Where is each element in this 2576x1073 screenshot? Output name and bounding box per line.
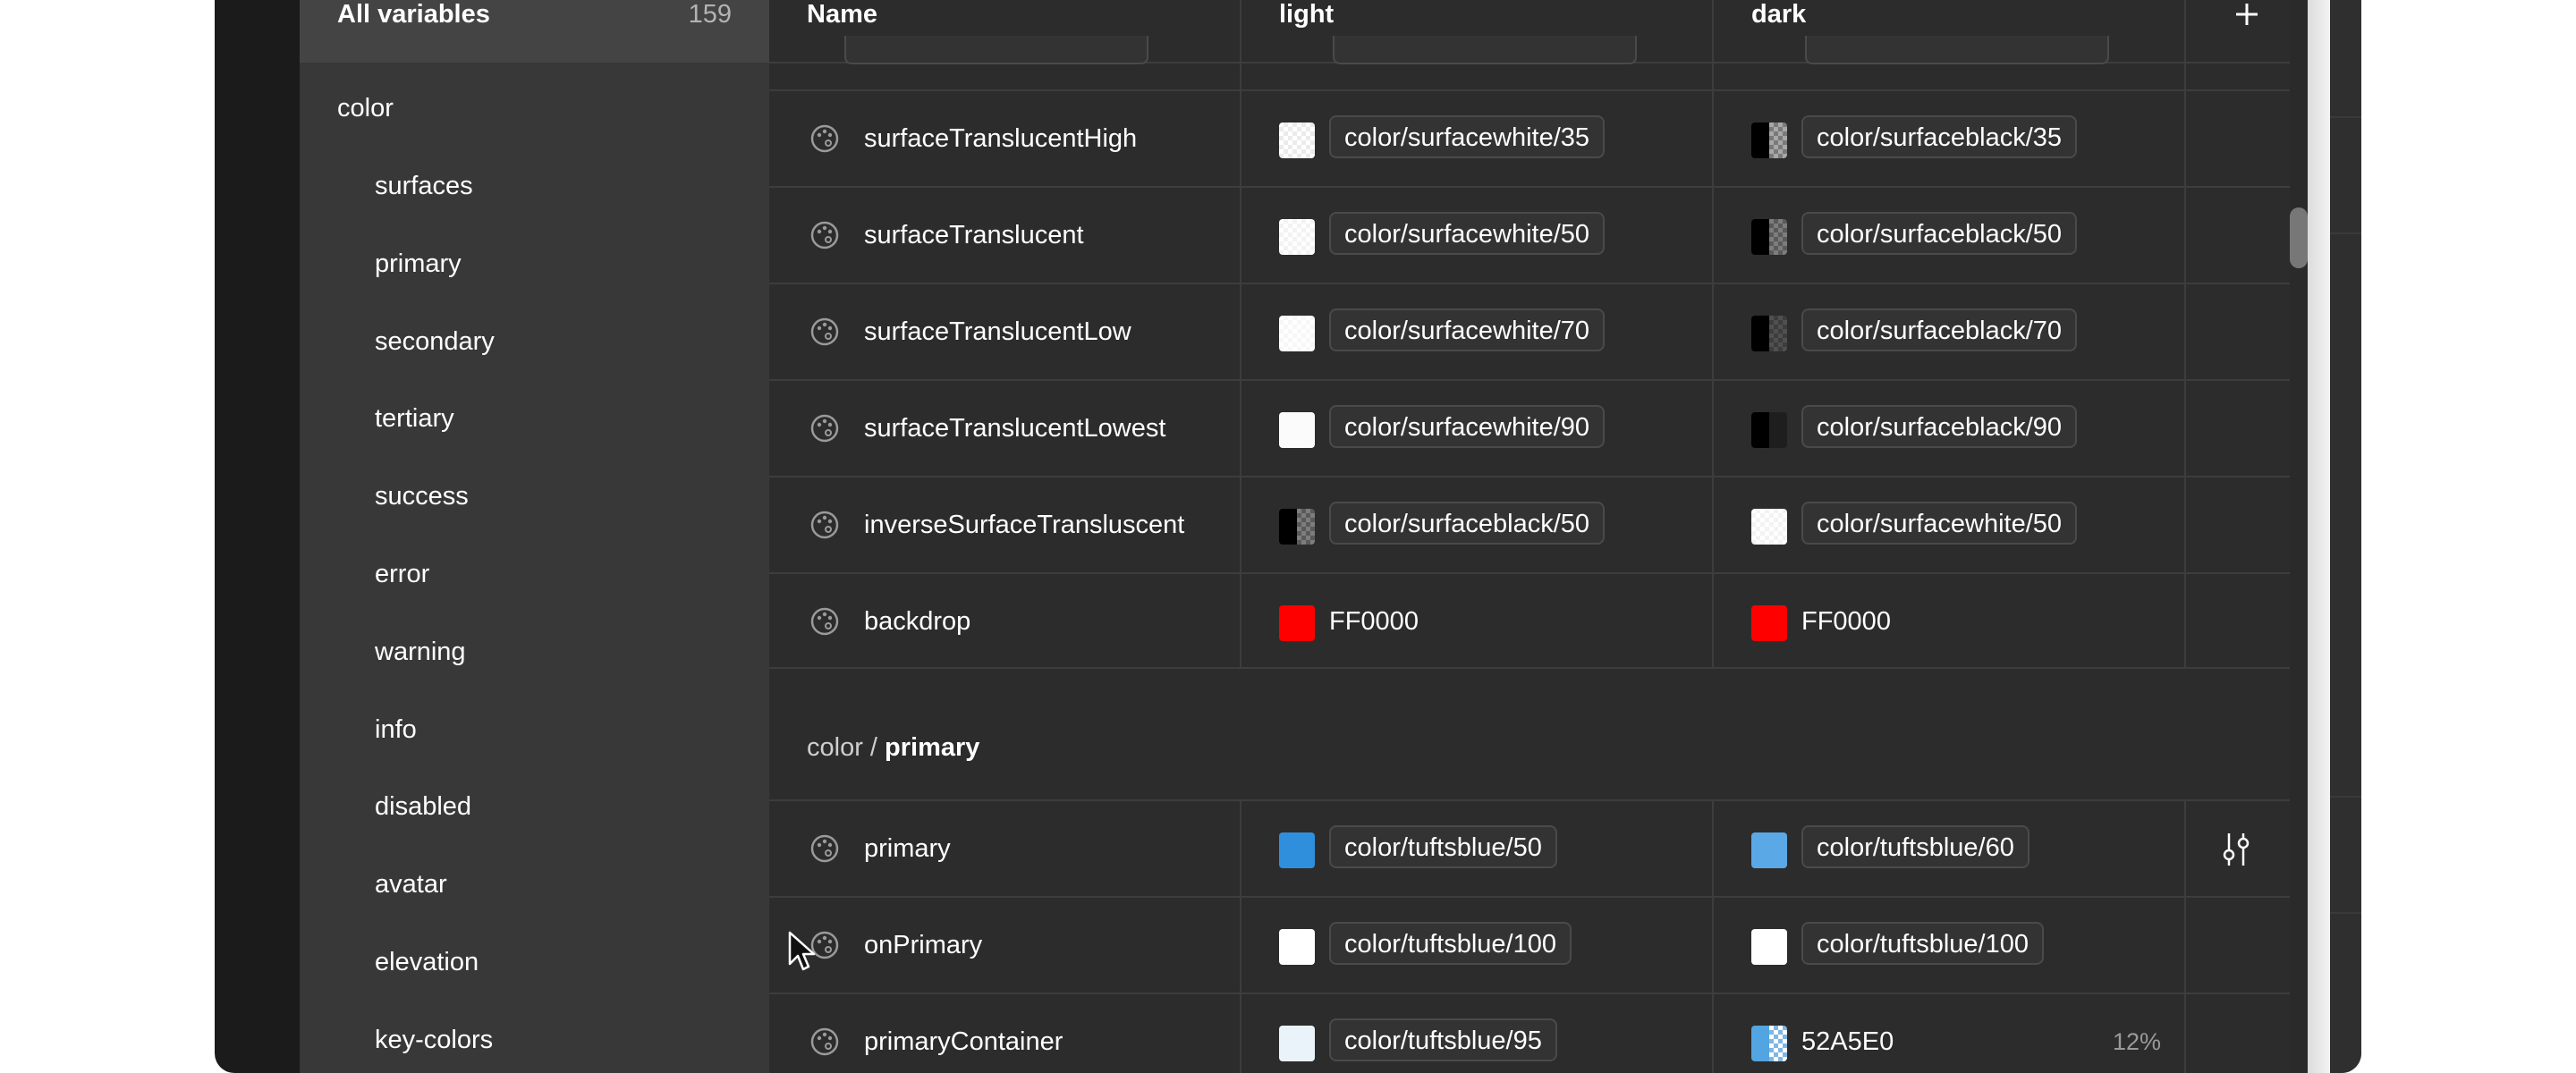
sidebar-item-secondary[interactable]: secondary xyxy=(375,327,495,357)
sidebar-item-surfaces[interactable]: surfaces xyxy=(375,172,473,201)
sidebar-item-warning[interactable]: warning xyxy=(375,638,466,667)
dark-color-swatch[interactable] xyxy=(1751,605,1787,641)
variable-name[interactable]: primaryContainer xyxy=(864,994,1063,1073)
dark-color-swatch[interactable] xyxy=(1751,123,1787,158)
light-alias-pill[interactable]: color/surfaceblack/50 xyxy=(1329,502,1606,545)
variable-row[interactable]: surfaceTranslucentLowest color/surfacewh… xyxy=(769,381,2290,476)
sidebar-item-elevation[interactable]: elevation xyxy=(375,948,479,977)
sidebar-item-primary[interactable]: primary xyxy=(375,249,462,279)
all-variables-item[interactable]: All variables 159 xyxy=(300,0,769,63)
column-header-name[interactable]: Name xyxy=(807,0,877,30)
dark-color-swatch[interactable] xyxy=(1751,509,1787,545)
variable-row[interactable]: primary color/tuftsblue/50 color/tuftsbl… xyxy=(769,801,2290,896)
plus-icon[interactable] xyxy=(2234,2,2259,27)
app-window: All variables 159 color surfaces primary… xyxy=(215,0,2361,1073)
group-header-row xyxy=(769,669,2290,799)
variable-row[interactable]: surfaceTranslucent color/surfacewhite/50… xyxy=(769,188,2290,283)
sidebar-group-color[interactable]: color xyxy=(337,94,394,123)
dark-color-swatch[interactable] xyxy=(1751,412,1787,448)
palette-icon xyxy=(810,511,839,539)
dark-color-swatch[interactable] xyxy=(1751,929,1787,965)
light-color-swatch[interactable] xyxy=(1279,832,1315,868)
variable-row[interactable]: surfaceTranslucentLow color/surfacewhite… xyxy=(769,284,2290,379)
dark-hex-value[interactable]: 52A5E0 xyxy=(1801,994,1894,1073)
dark-alias-pill[interactable]: color/surfaceblack/70 xyxy=(1801,308,2078,351)
mouse-cursor-icon xyxy=(788,931,816,971)
light-color-swatch[interactable] xyxy=(1279,929,1315,965)
dark-color-swatch[interactable] xyxy=(1751,219,1787,255)
light-color-swatch[interactable] xyxy=(1279,412,1315,448)
variable-name[interactable]: surfaceTranslucentLow xyxy=(864,284,1131,379)
group-title: color / primary xyxy=(807,733,979,763)
sidebar-item-avatar[interactable]: avatar xyxy=(375,870,447,900)
light-alias-pill[interactable]: color/surfacewhite/70 xyxy=(1329,308,1606,351)
light-alias-pill[interactable]: color/tuftsblue/95 xyxy=(1329,1018,1557,1061)
previous-row-pill xyxy=(1333,36,1637,64)
dark-alias-pill[interactable]: color/tuftsblue/100 xyxy=(1801,922,2044,965)
sidebar-item-success[interactable]: success xyxy=(375,482,469,511)
group-title-prefix: color xyxy=(807,733,863,762)
sidebar-item-error[interactable]: error xyxy=(375,560,429,589)
variables-sidebar: All variables 159 color surfaces primary… xyxy=(300,0,769,1073)
light-hex-value[interactable]: FF0000 xyxy=(1329,574,1419,669)
palette-icon xyxy=(810,414,839,443)
palette-icon xyxy=(810,317,839,346)
light-alias-pill[interactable]: color/tuftsblue/50 xyxy=(1329,825,1557,868)
light-color-swatch[interactable] xyxy=(1279,1026,1315,1061)
light-color-swatch[interactable] xyxy=(1279,316,1315,351)
palette-icon xyxy=(810,221,839,249)
sidebar-item-disabled[interactable]: disabled xyxy=(375,792,471,822)
column-header-light[interactable]: light xyxy=(1279,0,1334,30)
column-header-dark[interactable]: dark xyxy=(1751,0,1806,30)
variable-row[interactable]: backdrop FF0000 FF0000 xyxy=(769,574,2290,669)
palette-icon xyxy=(810,607,839,636)
light-alias-pill[interactable]: color/surfacewhite/50 xyxy=(1329,212,1606,255)
variable-name[interactable]: backdrop xyxy=(864,574,970,669)
sliders-icon[interactable] xyxy=(2220,830,2252,869)
all-variables-label: All variables xyxy=(337,0,490,29)
sidebar-item-info[interactable]: info xyxy=(375,715,417,745)
light-color-swatch[interactable] xyxy=(1279,605,1315,641)
variable-name[interactable]: surfaceTranslucentHigh xyxy=(864,91,1137,186)
sidebar-item-key-colors[interactable]: key-colors xyxy=(375,1026,493,1055)
dark-alias-pill[interactable]: color/surfaceblack/90 xyxy=(1801,405,2078,448)
opacity-value[interactable]: 12% xyxy=(2113,994,2161,1073)
variable-name[interactable]: surfaceTranslucent xyxy=(864,188,1084,283)
variable-row[interactable]: surfaceTranslucentHigh color/surfacewhit… xyxy=(769,91,2290,186)
dark-alias-pill[interactable]: color/tuftsblue/60 xyxy=(1801,825,2029,868)
light-color-swatch[interactable] xyxy=(1279,509,1315,545)
variables-table: Name light dark surfaceTranslucentHigh c… xyxy=(769,0,2290,1073)
window-edge xyxy=(2308,0,2330,1073)
dark-color-swatch[interactable] xyxy=(1751,832,1787,868)
light-alias-pill[interactable]: color/tuftsblue/100 xyxy=(1329,922,1572,965)
group-title-separator: / xyxy=(869,733,877,762)
dark-alias-pill[interactable]: color/surfaceblack/50 xyxy=(1801,212,2078,255)
dark-alias-pill[interactable]: color/surfaceblack/35 xyxy=(1801,115,2078,158)
variable-name[interactable]: surfaceTranslucentLowest xyxy=(864,381,1165,476)
dark-color-swatch[interactable] xyxy=(1751,1026,1787,1061)
group-title-name: primary xyxy=(885,733,980,762)
dark-color-swatch[interactable] xyxy=(1751,316,1787,351)
variable-name[interactable]: inverseSurfaceTransluscent xyxy=(864,477,1184,572)
sidebar-item-tertiary[interactable]: tertiary xyxy=(375,404,454,434)
variable-name[interactable]: primary xyxy=(864,801,951,896)
light-alias-pill[interactable]: color/surfacewhite/90 xyxy=(1329,405,1606,448)
all-variables-count: 159 xyxy=(688,0,732,29)
light-color-swatch[interactable] xyxy=(1279,123,1315,158)
scrollbar-thumb[interactable] xyxy=(2290,207,2308,268)
dark-alias-pill[interactable]: color/surfacewhite/50 xyxy=(1801,502,2078,545)
palette-icon xyxy=(810,124,839,153)
palette-icon xyxy=(810,834,839,863)
previous-row-pill xyxy=(1805,36,2109,64)
palette-icon xyxy=(810,1027,839,1056)
variable-name[interactable]: onPrimary xyxy=(864,898,982,993)
variable-row[interactable]: inverseSurfaceTransluscent color/surface… xyxy=(769,477,2290,572)
variable-row[interactable]: onPrimary color/tuftsblue/100 color/tuft… xyxy=(769,898,2290,993)
dark-hex-value[interactable]: FF0000 xyxy=(1801,574,1891,669)
background-panel xyxy=(2330,0,2361,1073)
light-color-swatch[interactable] xyxy=(1279,219,1315,255)
light-alias-pill[interactable]: color/surfacewhite/35 xyxy=(1329,115,1606,158)
previous-row-pill xyxy=(844,36,1148,64)
variable-row[interactable]: primaryContainer color/tuftsblue/95 52A5… xyxy=(769,994,2290,1073)
